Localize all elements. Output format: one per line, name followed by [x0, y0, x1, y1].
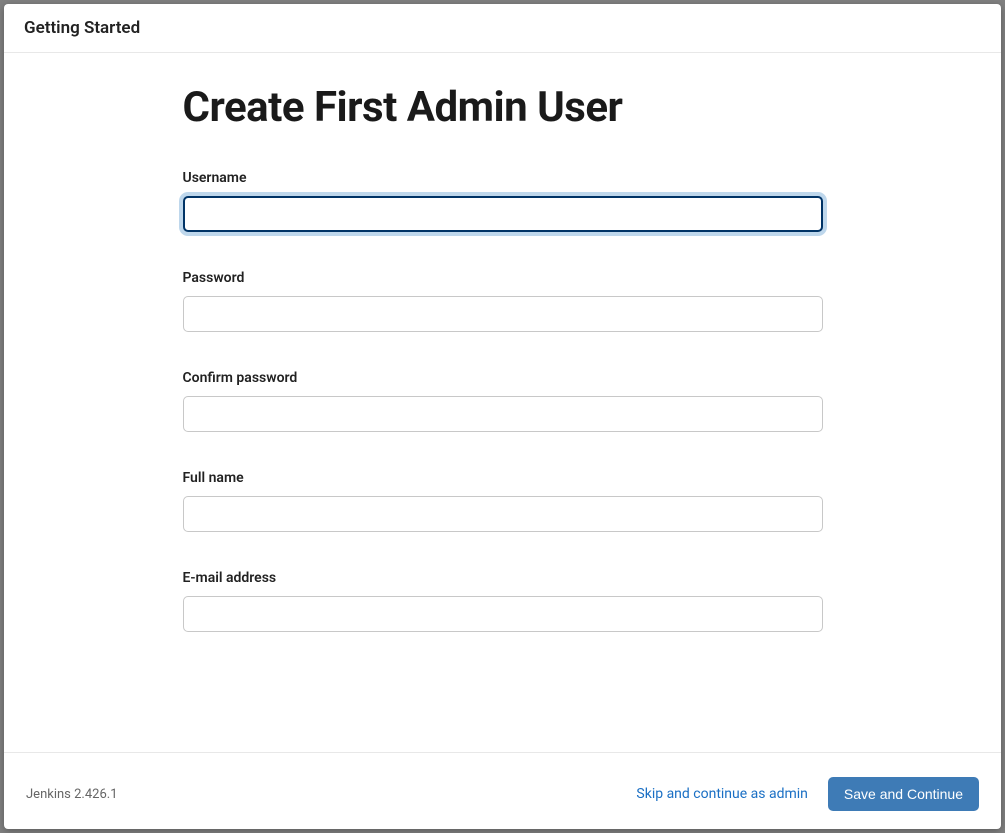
save-and-continue-button[interactable]: Save and Continue — [828, 777, 979, 811]
footer-actions: Skip and continue as admin Save and Cont… — [636, 777, 979, 811]
password-input[interactable] — [183, 296, 823, 332]
form-group-full-name: Full name — [183, 470, 823, 532]
skip-link[interactable]: Skip and continue as admin — [636, 786, 807, 802]
form-group-password: Password — [183, 270, 823, 332]
email-label: E-mail address — [183, 570, 823, 586]
password-label: Password — [183, 270, 823, 286]
form-group-email: E-mail address — [183, 570, 823, 632]
full-name-input[interactable] — [183, 496, 823, 532]
dialog-footer: Jenkins 2.426.1 Skip and continue as adm… — [4, 752, 1001, 829]
confirm-password-label: Confirm password — [183, 370, 823, 386]
version-text: Jenkins 2.426.1 — [26, 787, 118, 802]
username-input[interactable] — [183, 196, 823, 232]
form-group-confirm-password: Confirm password — [183, 370, 823, 432]
form-container: Create First Admin User Username Passwor… — [183, 83, 823, 632]
dialog-body: Create First Admin User Username Passwor… — [4, 53, 1001, 752]
setup-wizard-dialog: Getting Started Create First Admin User … — [4, 4, 1001, 829]
full-name-label: Full name — [183, 470, 823, 486]
email-input[interactable] — [183, 596, 823, 632]
confirm-password-input[interactable] — [183, 396, 823, 432]
dialog-header-title: Getting Started — [4, 4, 1001, 53]
page-title: Create First Admin User — [183, 83, 823, 132]
username-label: Username — [183, 170, 823, 186]
form-group-username: Username — [183, 170, 823, 232]
